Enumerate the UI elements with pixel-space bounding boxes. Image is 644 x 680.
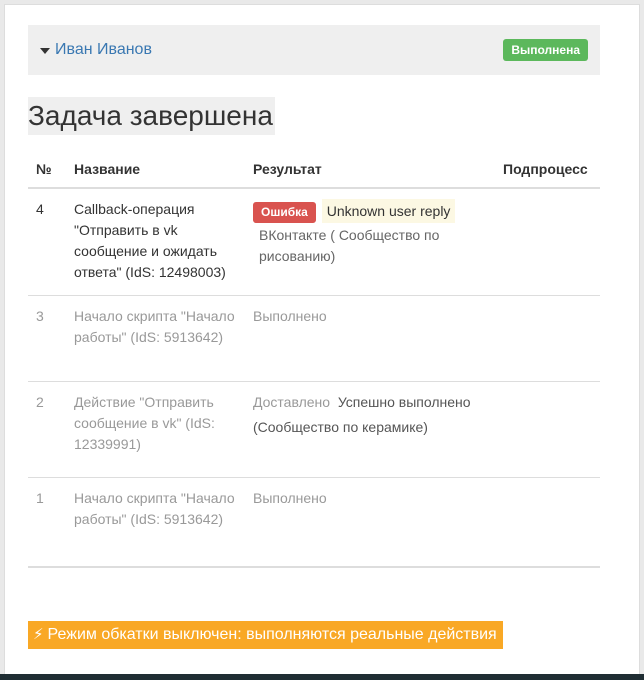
steps-table: № Название Результат Подпроцесс 4 Callba… [28,150,600,568]
row-result: Выполнено [245,295,495,382]
lightning-icon: ⚡ [33,626,44,643]
row-subprocess [495,477,600,568]
row-subprocess [495,188,600,296]
row-number: 2 [28,381,66,478]
error-label: Ошибка [253,202,316,223]
bottom-bar [0,674,644,680]
row-subprocess [495,295,600,382]
row-name: Начало скрипта "Начало работы" (IdS: 591… [66,477,245,568]
error-code: Unknown user reply [321,199,456,223]
page-title: Задача завершена [28,97,275,135]
task-header: Иван Иванов Выполнена [28,25,600,75]
caret-down-icon [40,47,50,54]
row-result: Доставлено Успешно выполнено (Сообщество… [245,381,495,478]
result-text: ВКонтакте ( Сообщество по рисованию) [253,225,487,267]
sandbox-warning: ⚡ Режим обкатки выключен: выполняются ре… [28,621,503,649]
user-toggle[interactable]: Иван Иванов [40,41,152,59]
row-number: 1 [28,477,66,568]
column-header-subprocess: Подпроцесс [495,150,600,189]
row-number: 3 [28,295,66,382]
table-header-row: № Название Результат Подпроцесс [28,150,600,189]
warning-text: Режим обкатки выключен: выполняются реал… [47,626,497,643]
result-text-content: ВКонтакте ( Сообщество по рисованию) [259,227,440,264]
row-number: 4 [28,188,66,296]
table-row: 4 Callback-операция "Отправить в vk сооб… [28,188,600,296]
column-header-name: Название [66,150,245,189]
row-subprocess [495,381,600,478]
column-header-result: Результат [245,150,495,189]
table-row: 2 Действие "Отправить сообщение в vk" (I… [28,381,600,478]
delivered-status: Доставлено [253,393,331,410]
table-row: 1 Начало скрипта "Начало работы" (IdS: 5… [28,477,600,568]
row-name: Callback-операция "Отправить в vk сообще… [66,188,245,296]
table-row: 3 Начало скрипта "Начало работы" (IdS: 5… [28,295,600,382]
row-name: Действие "Отправить сообщение в vk" (IdS… [66,381,245,478]
row-name: Начало скрипта "Начало работы" (IdS: 591… [66,295,245,382]
status-badge: Выполнена [503,39,588,61]
row-result: Выполнено [245,477,495,568]
column-header-number: № [28,150,66,189]
row-result: Ошибка Unknown user reply ВКонтакте ( Со… [245,188,495,296]
user-name[interactable]: Иван Иванов [55,41,152,59]
